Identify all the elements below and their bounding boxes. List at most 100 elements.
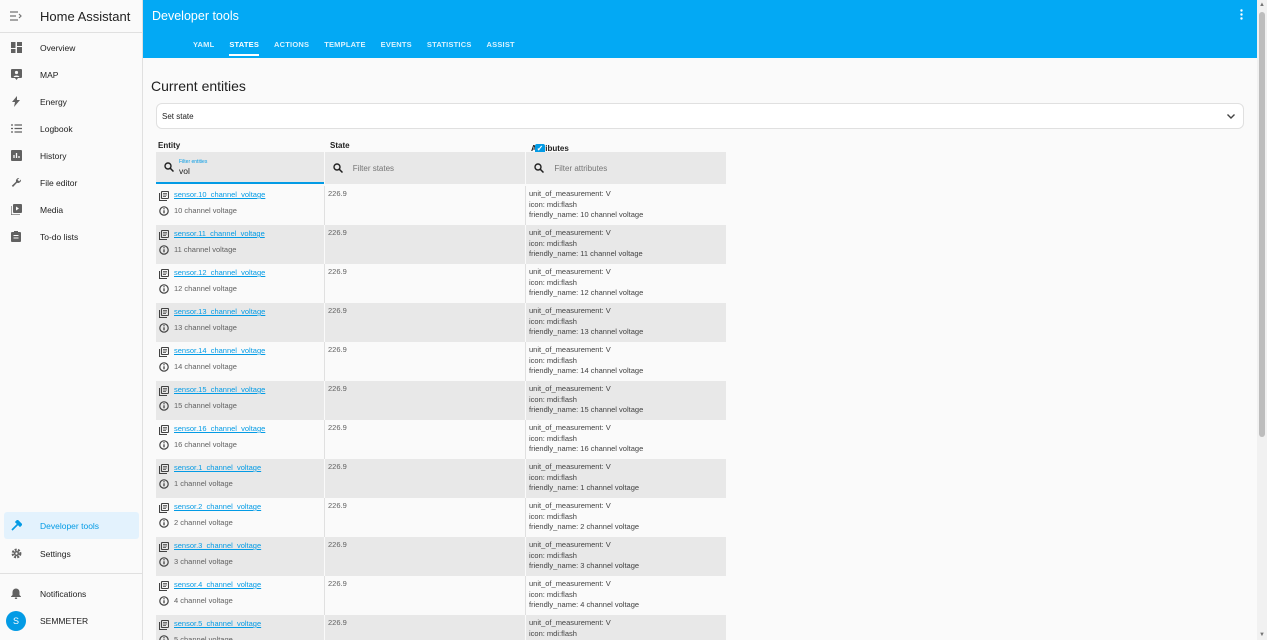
- attribute-line: unit_of_measurement: V: [529, 540, 611, 549]
- sidebar-item-map[interactable]: MAP: [4, 61, 138, 88]
- clipboard-icon[interactable]: [159, 542, 169, 552]
- clipboard-icon[interactable]: [159, 386, 169, 396]
- clipboard-icon[interactable]: [159, 191, 169, 201]
- column-header-state: State: [330, 141, 350, 150]
- clipboard-icon[interactable]: [159, 230, 169, 240]
- entity-friendly-name: 16 channel voltage: [174, 440, 237, 449]
- filter-entities-label: Filter entities: [179, 159, 208, 165]
- sidebar-item-settings[interactable]: Settings: [4, 540, 139, 567]
- scrollbar-thumb[interactable]: [1259, 12, 1265, 437]
- attributes-text: unit_of_measurement: Vicon: mdi:flashfri…: [529, 423, 643, 455]
- clipboard-icon[interactable]: [159, 347, 169, 357]
- attribute-line: unit_of_measurement: V: [529, 267, 611, 276]
- column-header-entity: Entity: [158, 141, 181, 150]
- entity-friendly-name: 4 channel voltage: [174, 596, 233, 605]
- tab-events[interactable]: EVENTS: [381, 40, 412, 56]
- sidebar-item-todo[interactable]: To-do lists: [4, 223, 138, 250]
- tab-template[interactable]: TEMPLATE: [324, 40, 365, 56]
- filter-attributes-input[interactable]: Filter attributes: [554, 164, 607, 173]
- sidebar-item-label: Energy: [40, 96, 67, 107]
- sidebar-item-logbook[interactable]: Logbook: [4, 115, 138, 142]
- filter-entities-input[interactable]: vol: [179, 166, 190, 176]
- entity-id-link[interactable]: sensor.14_channel_voltage: [174, 346, 265, 355]
- info-icon[interactable]: [159, 479, 169, 489]
- state-value: 226.9: [328, 618, 347, 627]
- clipboard-icon[interactable]: [159, 620, 169, 630]
- filter-attributes-field[interactable]: Filter attributes: [526, 152, 726, 184]
- info-icon[interactable]: [159, 245, 169, 255]
- state-value: 226.9: [328, 306, 347, 315]
- more-vert-icon[interactable]: [1240, 9, 1243, 23]
- info-icon[interactable]: [159, 284, 169, 294]
- scroll-up-icon[interactable]: ▲: [1257, 2, 1267, 8]
- clipboard-icon[interactable]: [159, 503, 169, 513]
- info-icon[interactable]: [159, 362, 169, 372]
- scroll-down-icon[interactable]: ▼: [1257, 632, 1267, 638]
- entity-id-link[interactable]: sensor.1_channel_voltage: [174, 463, 261, 472]
- entity-id-link[interactable]: sensor.11_channel_voltage: [174, 229, 265, 238]
- map-account-icon: [4, 69, 28, 80]
- clipboard-icon[interactable]: [159, 425, 169, 435]
- entity-cell: sensor.1_channel_voltage 1 channel voltag…: [156, 459, 324, 498]
- sidebar-item-file-editor[interactable]: File editor: [4, 169, 138, 196]
- filter-states-input[interactable]: Filter states: [353, 164, 394, 173]
- sidebar-item-overview[interactable]: Overview: [4, 34, 138, 61]
- attributes-text: unit_of_measurement: Vicon: mdi:flashfri…: [529, 267, 643, 299]
- attribute-line: icon: mdi:flash: [529, 199, 577, 209]
- info-icon[interactable]: [159, 557, 169, 567]
- info-icon[interactable]: [159, 518, 169, 528]
- sidebar-item-energy[interactable]: Energy: [4, 88, 138, 115]
- tab-assist[interactable]: ASSIST: [487, 40, 515, 56]
- hammer-icon: [4, 520, 28, 531]
- info-icon[interactable]: [159, 596, 169, 606]
- tab-statistics[interactable]: STATISTICS: [427, 40, 472, 56]
- table-row: sensor.15_channel_voltage 15 channel volt…: [156, 381, 726, 420]
- tab-states[interactable]: STATES: [229, 40, 260, 56]
- info-icon[interactable]: [159, 401, 169, 411]
- attribute-line: unit_of_measurement: V: [529, 462, 611, 471]
- attributes-cell: unit_of_measurement: Vicon: mdi:flashfri…: [527, 381, 727, 420]
- entity-id-link[interactable]: sensor.15_channel_voltage: [174, 385, 265, 394]
- tab-yaml[interactable]: YAML: [193, 40, 214, 56]
- set-state-expander[interactable]: Set state: [156, 103, 1244, 129]
- clipboard-icon[interactable]: [159, 581, 169, 591]
- entity-cell: sensor.3_channel_voltage 3 channel voltag…: [156, 537, 324, 576]
- entity-id-link[interactable]: sensor.5_channel_voltage: [174, 619, 261, 628]
- sidebar-item-user[interactable]: S SEMMETER: [4, 607, 139, 634]
- menu-collapse-icon[interactable]: [0, 9, 32, 24]
- sidebar-item-media[interactable]: Media: [4, 196, 138, 223]
- state-cell: 226.9: [324, 576, 526, 615]
- info-icon[interactable]: [159, 206, 169, 216]
- attribute-line: icon: mdi:flash: [529, 355, 577, 365]
- filter-states-field[interactable]: Filter states: [324, 152, 526, 184]
- info-icon[interactable]: [159, 440, 169, 450]
- clipboard-icon[interactable]: [159, 269, 169, 279]
- search-icon: [534, 163, 546, 173]
- sidebar: Home Assistant Overview MAP Energy Logbo…: [0, 0, 143, 640]
- user-name: SEMMETER: [40, 615, 89, 626]
- attributes-text: unit_of_measurement: Vicon: mdi:flashfri…: [529, 540, 639, 572]
- sidebar-item-notifications[interactable]: Notifications: [4, 580, 139, 607]
- scrollbar[interactable]: ▲ ▼: [1257, 0, 1267, 640]
- tab-actions[interactable]: ACTIONS: [274, 40, 309, 56]
- clipboard-icon[interactable]: [159, 308, 169, 318]
- clipboard-icon[interactable]: [159, 464, 169, 474]
- attribute-line: unit_of_measurement: V: [529, 306, 611, 315]
- filter-entities-field[interactable]: Filter entities vol: [156, 152, 324, 184]
- info-icon[interactable]: [159, 323, 169, 333]
- sidebar-item-history[interactable]: History: [4, 142, 138, 169]
- entity-id-link[interactable]: sensor.16_channel_voltage: [174, 424, 265, 433]
- state-cell: 226.9: [324, 615, 526, 640]
- entity-id-link[interactable]: sensor.3_channel_voltage: [174, 541, 261, 550]
- sidebar-item-developer-tools[interactable]: Developer tools: [4, 512, 139, 539]
- entity-id-link[interactable]: sensor.4_channel_voltage: [174, 580, 261, 589]
- entity-id-link[interactable]: sensor.13_channel_voltage: [174, 307, 265, 316]
- entity-id-link[interactable]: sensor.12_channel_voltage: [174, 268, 265, 277]
- attributes-text: unit_of_measurement: Vicon: mdi:flashfri…: [529, 228, 643, 260]
- entity-id-link[interactable]: sensor.10_channel_voltage: [174, 190, 265, 199]
- search-icon: [333, 163, 345, 173]
- info-icon[interactable]: [159, 635, 169, 640]
- attribute-line: friendly_name: 12 channel voltage: [529, 288, 644, 297]
- table-row: sensor.14_channel_voltage 14 channel volt…: [156, 342, 726, 381]
- entity-id-link[interactable]: sensor.2_channel_voltage: [174, 502, 261, 511]
